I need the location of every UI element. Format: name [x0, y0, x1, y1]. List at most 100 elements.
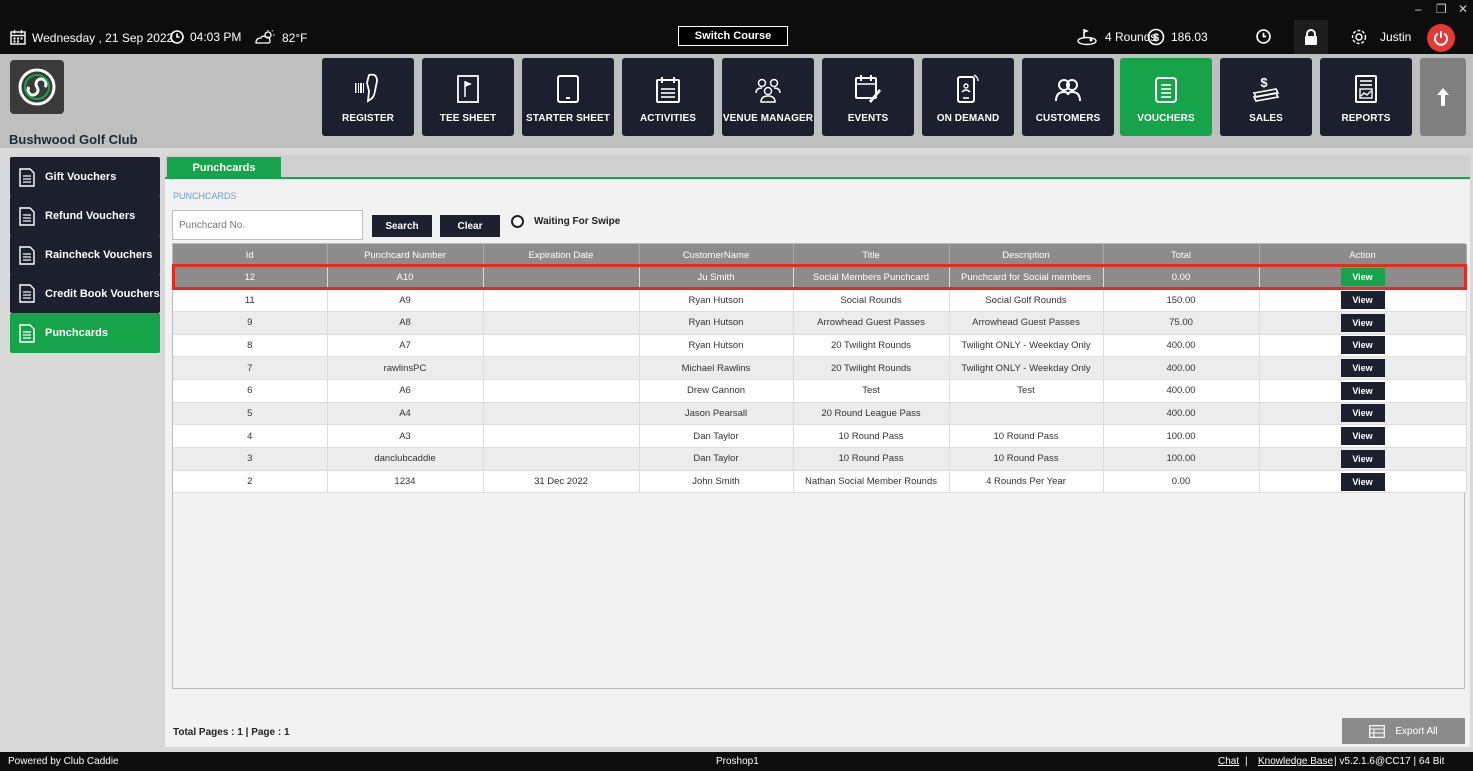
cell-expiration-date — [483, 288, 640, 312]
svg-text:$: $ — [1260, 75, 1268, 90]
table-row[interactable]: 7 rawlinsPC Michael Rawlins 20 Twilight … — [173, 356, 1467, 380]
sidebar-item-punchcards[interactable]: Punchcards — [10, 313, 160, 353]
nav-events[interactable]: EVENTS — [822, 58, 914, 136]
cell-punchcard-number: rawlinsPC — [327, 356, 484, 380]
view-button[interactable]: View — [1340, 359, 1385, 378]
history-button[interactable] — [1256, 29, 1271, 44]
nav-reports[interactable]: REPORTS — [1320, 58, 1412, 136]
nav-register[interactable]: REGISTER — [322, 58, 414, 136]
cell-total: 100.00 — [1103, 424, 1260, 448]
search-button[interactable]: Search — [372, 215, 432, 237]
arrow-up-icon — [1437, 88, 1449, 106]
waiting-for-swipe[interactable]: Waiting For Swipe — [511, 215, 620, 228]
rounds-display: 4 Rounds — [1077, 28, 1156, 46]
document-icon — [19, 323, 35, 343]
cell-description: Twilight ONLY - Weekday Only — [949, 334, 1104, 358]
nav-venue-manager[interactable]: VENUE MANAGER — [722, 58, 814, 136]
col-header-customer-name[interactable]: CustomerName — [639, 244, 794, 266]
table-row[interactable]: 4 A3 Dan Taylor 10 Round Pass 10 Round P… — [173, 424, 1467, 448]
view-button[interactable]: View — [1340, 336, 1385, 355]
nav-starter-sheet[interactable]: STARTER SHEET — [522, 58, 614, 136]
table-row[interactable]: 6 A6 Drew Cannon Test Test 400.00 View — [173, 379, 1467, 403]
nav-on-demand-label: ON DEMAND — [936, 113, 1000, 124]
sidebar-item-raincheck-vouchers[interactable]: Raincheck Vouchers — [10, 235, 160, 275]
close-icon[interactable]: ✕ — [1458, 2, 1468, 16]
cell-description: Punchcard for Social members — [949, 266, 1104, 290]
cell-customer-name: John Smith — [639, 470, 794, 494]
money-icon: $ — [1252, 75, 1280, 102]
dollar-icon: $ — [1147, 28, 1165, 46]
cell-customer-name: Drew Cannon — [639, 379, 794, 403]
nav-tee-sheet[interactable]: TEE SHEET — [422, 58, 514, 136]
cell-expiration-date — [483, 447, 640, 471]
col-header-expiration-date[interactable]: Expiration Date — [483, 244, 640, 266]
table-row[interactable]: 11 A9 Ryan Hutson Social Rounds Social G… — [173, 288, 1467, 312]
switch-course-button[interactable]: Switch Course — [678, 26, 788, 46]
col-header-total[interactable]: Total — [1103, 244, 1260, 266]
power-icon — [1434, 31, 1448, 46]
cell-total: 0.00 — [1103, 470, 1260, 494]
power-button[interactable] — [1427, 24, 1455, 52]
col-header-title[interactable]: Title — [793, 244, 950, 266]
clear-button[interactable]: Clear — [440, 215, 500, 237]
cell-total: 400.00 — [1103, 402, 1260, 426]
lock-button[interactable] — [1294, 20, 1328, 54]
club-caddie-logo-icon — [18, 68, 56, 106]
table-row[interactable]: 3 danclubcaddie Dan Taylor 10 Round Pass… — [173, 447, 1467, 471]
cell-punchcard-number: danclubcaddie — [327, 447, 484, 471]
sidebar-item-gift-vouchers[interactable]: Gift Vouchers — [10, 157, 160, 197]
view-button[interactable]: View — [1340, 404, 1385, 423]
view-button[interactable]: View — [1340, 472, 1385, 491]
nav-register-label: REGISTER — [342, 113, 394, 124]
cell-punchcard-number: 1234 — [327, 470, 484, 494]
cell-punchcard-number: A7 — [327, 334, 484, 358]
sidebar-item-credit-book-vouchers[interactable]: Credit Book Vouchers — [10, 274, 160, 313]
cell-action: View — [1259, 379, 1467, 403]
nav-activities-label: ACTIVITIES — [639, 113, 696, 124]
view-button[interactable]: View — [1340, 313, 1385, 332]
export-all-button[interactable]: Export All — [1342, 718, 1465, 744]
swipe-radio[interactable] — [511, 215, 524, 228]
date-text: Wednesday , 21 Sep 2022 — [32, 30, 174, 45]
cell-punchcard-number: A3 — [327, 424, 484, 448]
minimize-icon[interactable]: – — [1415, 2, 1422, 16]
nav-sales[interactable]: $ SALES — [1220, 58, 1312, 136]
footer: Powered by Club Caddie Proshop1 Chat | K… — [0, 752, 1473, 771]
nav-on-demand[interactable]: ON DEMAND — [922, 58, 1014, 136]
table-row[interactable]: 2 1234 31 Dec 2022 John Smith Nathan Soc… — [173, 470, 1467, 494]
view-button[interactable]: View — [1340, 449, 1385, 468]
table-row[interactable]: 12 A10 Ju Smith Social Members Punchcard… — [173, 266, 1467, 290]
weather-text: 82°F — [282, 30, 308, 45]
punchcard-number-input[interactable] — [172, 210, 363, 240]
view-button[interactable]: View — [1340, 427, 1385, 446]
cell-title: Social Rounds — [793, 288, 950, 312]
nav-activities[interactable]: ACTIVITIES — [622, 58, 714, 136]
tab-punchcards[interactable]: Punchcards — [167, 157, 281, 179]
cell-punchcard-number: A9 — [327, 288, 484, 312]
view-button[interactable]: View — [1340, 381, 1385, 400]
export-all-label: Export All — [1395, 725, 1438, 737]
sidebar-item-refund-vouchers[interactable]: Refund Vouchers — [10, 196, 160, 236]
cell-total: 150.00 — [1103, 288, 1260, 312]
document-icon — [19, 167, 35, 187]
cell-action: View — [1259, 424, 1467, 448]
cell-customer-name: Ryan Hutson — [639, 288, 794, 312]
knowledge-base-link[interactable]: Knowledge Base — [1258, 756, 1333, 767]
chat-link[interactable]: Chat — [1218, 756, 1239, 767]
cell-action: View — [1259, 311, 1467, 335]
scroll-up-button[interactable] — [1420, 58, 1466, 136]
table-row[interactable]: 5 A4 Jason Pearsall 20 Round League Pass… — [173, 402, 1467, 426]
table-header-row: Id Punchcard Number Expiration Date Cust… — [173, 244, 1467, 266]
view-button[interactable]: View — [1340, 291, 1385, 310]
nav-customers[interactable]: CUSTOMERS — [1022, 58, 1114, 136]
table-row[interactable]: 8 A7 Ryan Hutson 20 Twilight Rounds Twil… — [173, 334, 1467, 358]
col-header-id[interactable]: Id — [173, 244, 328, 266]
restore-icon[interactable]: ❐ — [1436, 2, 1447, 16]
nav-vouchers[interactable]: VOUCHERS — [1120, 58, 1212, 136]
nav-sales-label: SALES — [1249, 113, 1283, 124]
col-header-punchcard-number[interactable]: Punchcard Number — [327, 244, 484, 266]
table-row[interactable]: 9 A8 Ryan Hutson Arrowhead Guest Passes … — [173, 311, 1467, 335]
view-button[interactable]: View — [1340, 268, 1385, 287]
col-header-description[interactable]: Description — [949, 244, 1104, 266]
settings-user[interactable]: Justin — [1350, 28, 1411, 46]
